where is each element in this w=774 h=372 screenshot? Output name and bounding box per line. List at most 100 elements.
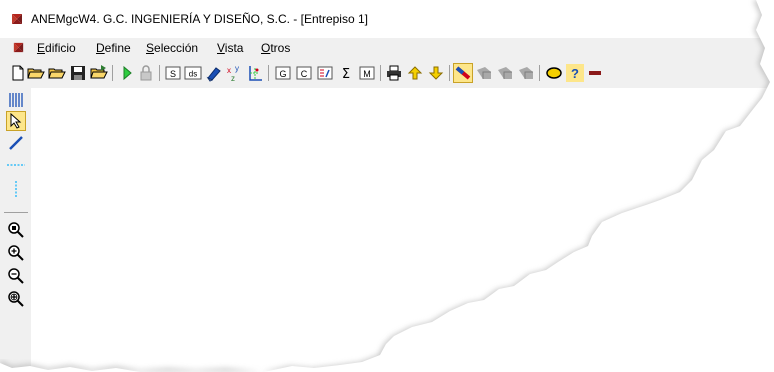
- folder-export-icon: [90, 65, 108, 79]
- s-button[interactable]: S: [164, 64, 182, 82]
- select-tool-button[interactable]: [6, 111, 26, 131]
- c-label: C: [301, 69, 308, 79]
- title-bar: ANEMgcW4. G.C. INGENIERÍA Y DISEÑO, S.C.…: [0, 0, 774, 38]
- svg-text:y: y: [235, 64, 239, 73]
- toolbar-separator: [268, 65, 269, 81]
- report-icon: [317, 66, 333, 80]
- zoom-window-button[interactable]: [7, 221, 25, 239]
- g-button[interactable]: G: [274, 64, 292, 82]
- app-logo-icon: [12, 14, 22, 24]
- render-view-button[interactable]: [453, 63, 473, 83]
- horizontal-dashed-line-icon: [7, 164, 25, 166]
- ellipse-icon: [546, 67, 562, 79]
- new-file-icon: [12, 65, 24, 81]
- vertical-dashed-line-icon: [15, 181, 17, 197]
- zoom-in-icon: [8, 245, 24, 261]
- menu-otros[interactable]: Otros: [261, 41, 290, 55]
- sidebar-separator: [4, 212, 28, 213]
- open-recent-button[interactable]: [48, 64, 66, 82]
- building-view-icon: [498, 67, 512, 79]
- coordinates-button[interactable]: xyz: [226, 64, 244, 82]
- g-box-icon: G: [275, 66, 291, 80]
- horizontal-axis-tool-button[interactable]: [7, 156, 25, 174]
- lock-button[interactable]: [137, 64, 155, 82]
- grid-button[interactable]: [246, 64, 264, 82]
- c-button[interactable]: C: [295, 64, 313, 82]
- open-folder-alt-icon: [48, 68, 66, 79]
- columns-tool-button[interactable]: [7, 91, 25, 109]
- report-button[interactable]: [316, 64, 334, 82]
- print-button[interactable]: [385, 64, 403, 82]
- drawing-canvas[interactable]: [31, 88, 774, 372]
- grid-axes-icon: [249, 66, 262, 81]
- new-file-button[interactable]: [9, 64, 27, 82]
- menu-bar: Edificio Define Selección Vista Otros: [0, 38, 774, 58]
- red-bar-icon: [589, 71, 601, 75]
- m-box-icon: M: [359, 66, 375, 80]
- menu-vista[interactable]: Vista: [217, 41, 243, 55]
- toolbar-separator: [159, 65, 160, 81]
- export-button[interactable]: [90, 64, 108, 82]
- lock-icon: [140, 65, 152, 81]
- ds-label: ds: [189, 70, 197, 79]
- arrow-up-icon: [407, 66, 423, 80]
- toolbar-separator: [112, 65, 113, 81]
- building-view-icon: [477, 67, 491, 79]
- zoom-in-button[interactable]: [7, 244, 25, 262]
- pointer-arrow-icon: [10, 112, 22, 129]
- main-toolbar: S ds xyz G C Σ M ?: [0, 58, 774, 88]
- save-button[interactable]: [69, 64, 87, 82]
- save-disk-icon: [71, 66, 85, 80]
- xyz-axes-icon: x yz: [227, 64, 239, 82]
- document-logo-icon[interactable]: [12, 41, 25, 54]
- s-label: S: [170, 69, 176, 79]
- c-box-icon: C: [296, 66, 312, 80]
- exit-button[interactable]: [586, 64, 604, 82]
- zoom-out-icon: [8, 268, 24, 284]
- g-label: G: [279, 69, 286, 79]
- view-option-1-button[interactable]: [475, 64, 493, 82]
- help-button[interactable]: ?: [566, 64, 584, 82]
- ds-box-icon: ds: [184, 66, 202, 80]
- window-title: ANEMgcW4. G.C. INGENIERÍA Y DISEÑO, S.C.…: [31, 12, 368, 26]
- left-toolbar: [0, 88, 31, 372]
- toolbar-separator: [449, 65, 450, 81]
- help-icon: ?: [571, 66, 579, 81]
- open-folder-icon: [27, 68, 45, 79]
- open-button[interactable]: [27, 64, 45, 82]
- zoom-window-icon: [8, 222, 24, 238]
- eraser-button[interactable]: [205, 64, 223, 82]
- view-option-3-button[interactable]: [517, 64, 535, 82]
- vertical-lines-icon: [9, 93, 23, 107]
- render-view-icon: [455, 66, 471, 80]
- toolbar-separator: [539, 65, 540, 81]
- zoom-extents-icon: [8, 291, 24, 307]
- ds-button[interactable]: ds: [184, 64, 202, 82]
- m-label: M: [363, 69, 371, 79]
- printer-icon: [387, 65, 401, 81]
- building-view-icon: [519, 67, 533, 79]
- view-ellipse-button[interactable]: [545, 64, 563, 82]
- run-button[interactable]: [118, 64, 136, 82]
- eraser-icon: [206, 67, 221, 82]
- m-button[interactable]: M: [358, 64, 376, 82]
- svg-text:z: z: [231, 74, 235, 82]
- sigma-label: Σ: [342, 67, 350, 82]
- menu-define[interactable]: Define: [96, 41, 131, 55]
- sigma-icon: Σ: [342, 67, 350, 82]
- zoom-extents-button[interactable]: [7, 290, 25, 308]
- line-tool-button[interactable]: [7, 134, 25, 152]
- toolbar-separator: [380, 65, 381, 81]
- menu-seleccion[interactable]: Selección: [146, 41, 198, 55]
- floor-down-button[interactable]: [427, 64, 445, 82]
- play-icon: [123, 65, 132, 81]
- s-box-icon: S: [165, 66, 181, 80]
- vertical-axis-tool-button[interactable]: [7, 180, 25, 198]
- sum-button[interactable]: Σ: [337, 64, 355, 82]
- zoom-out-button[interactable]: [7, 267, 25, 285]
- arrow-down-icon: [428, 66, 444, 80]
- floor-up-button[interactable]: [406, 64, 424, 82]
- view-option-2-button[interactable]: [496, 64, 514, 82]
- menu-edificio[interactable]: Edificio: [37, 41, 76, 55]
- diagonal-line-icon: [9, 136, 23, 150]
